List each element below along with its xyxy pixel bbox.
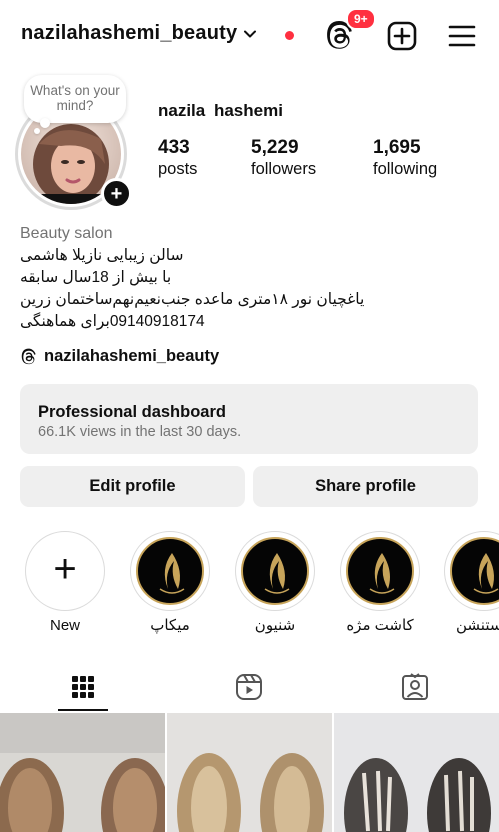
share-profile-label: Share profile bbox=[315, 477, 416, 495]
posts-label: posts bbox=[158, 160, 198, 178]
highlight-circle bbox=[340, 531, 420, 611]
salon-logo-icon bbox=[450, 537, 499, 605]
header-username: nazilahashemi_beauty bbox=[21, 22, 238, 44]
followers-stat[interactable]: 5,229 followers bbox=[251, 137, 316, 179]
bio-line: یاغچیان نور ۱۸متری ماعده جنب‌نعیم‌نهم‌سا… bbox=[20, 291, 365, 308]
note-bubble-tail-small bbox=[34, 128, 40, 134]
threads-handle: nazilahashemi_beauty bbox=[44, 347, 220, 365]
profile-category: Beauty salon bbox=[20, 225, 113, 242]
highlight-new[interactable]: + New bbox=[24, 531, 106, 635]
highlight-label: شنیون bbox=[254, 617, 296, 634]
professional-dashboard[interactable]: Professional dashboard 66.1K views in th… bbox=[20, 384, 478, 454]
following-stat[interactable]: 1,695 following bbox=[373, 137, 437, 179]
plus-icon: + bbox=[53, 547, 77, 591]
active-tab-indicator bbox=[58, 709, 108, 711]
threads-profile-link[interactable]: nazilahashemi_beauty bbox=[20, 347, 219, 366]
bio-line: سالن زیبایی نازیلا هاشمی bbox=[20, 247, 184, 264]
dashboard-subtitle: 66.1K views in the last 30 days. bbox=[38, 424, 242, 440]
share-profile-button[interactable]: Share profile bbox=[253, 466, 478, 507]
bio-line: با بیش از 18سال سابقه bbox=[20, 269, 172, 286]
chevron-down-icon bbox=[244, 30, 257, 37]
bio-line: 09140918174برای هماهنگی bbox=[20, 313, 205, 330]
notifications-badge: 9+ bbox=[346, 8, 376, 30]
account-switcher[interactable]: nazilahashemi_beauty bbox=[21, 22, 257, 45]
profile-full-name: nazila hashemi bbox=[158, 101, 283, 120]
post-thumbnail[interactable] bbox=[167, 713, 332, 832]
highlight-item[interactable]: ستنشن bbox=[444, 531, 499, 635]
tab-tagged[interactable] bbox=[332, 664, 498, 710]
unread-dot bbox=[285, 31, 294, 40]
highlight-item[interactable]: شنیون bbox=[234, 531, 316, 635]
highlight-label: New bbox=[49, 617, 80, 634]
highlight-label: میکاپ bbox=[150, 617, 190, 634]
reels-icon bbox=[236, 674, 262, 700]
posts-stat[interactable]: 433 posts bbox=[158, 137, 197, 179]
posts-count: 433 bbox=[158, 137, 190, 158]
following-label: following bbox=[373, 160, 438, 178]
following-count: 1,695 bbox=[373, 137, 421, 158]
tab-posts-grid[interactable] bbox=[0, 664, 166, 710]
highlight-circle bbox=[444, 531, 499, 611]
highlight-circle bbox=[235, 531, 315, 611]
highlight-item[interactable]: کاشت مژه bbox=[339, 531, 421, 635]
top-bar: nazilahashemi_beauty 9+ bbox=[0, 0, 499, 72]
highlight-label: کاشت مژه bbox=[346, 617, 414, 634]
note-bubble-text: What's on your mind? bbox=[30, 83, 120, 113]
salon-logo-icon bbox=[241, 537, 309, 605]
edit-profile-button[interactable]: Edit profile bbox=[20, 466, 245, 507]
tab-reels[interactable] bbox=[166, 664, 332, 710]
followers-label: followers bbox=[251, 160, 317, 178]
note-bubble-tail bbox=[40, 118, 50, 128]
followers-count: 5,229 bbox=[251, 137, 299, 158]
salon-logo-icon bbox=[346, 537, 414, 605]
post-thumbnail[interactable] bbox=[0, 713, 165, 832]
dashboard-title: Professional dashboard bbox=[38, 403, 226, 421]
add-story-icon[interactable]: + bbox=[101, 178, 132, 209]
new-highlight-circle: + bbox=[25, 531, 105, 611]
edit-profile-label: Edit profile bbox=[89, 477, 176, 495]
create-post-icon[interactable] bbox=[386, 20, 418, 52]
highlight-item[interactable]: میکاپ bbox=[129, 531, 211, 635]
post-thumbnail[interactable] bbox=[334, 713, 499, 832]
highlight-circle bbox=[130, 531, 210, 611]
grid-icon bbox=[72, 676, 94, 698]
threads-small-icon bbox=[21, 348, 36, 364]
salon-logo-icon bbox=[136, 537, 204, 605]
highlight-label: ستنشن bbox=[456, 617, 499, 634]
tagged-icon bbox=[402, 673, 428, 700]
menu-icon[interactable] bbox=[447, 22, 477, 50]
note-bubble[interactable]: What's on your mind? bbox=[24, 75, 126, 123]
